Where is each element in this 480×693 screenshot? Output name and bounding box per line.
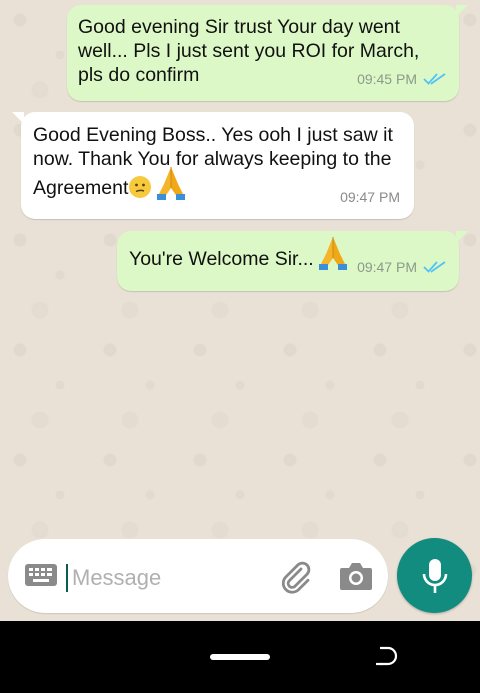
voice-record-button[interactable] bbox=[397, 538, 472, 613]
message-time: 09:47 PM bbox=[357, 259, 417, 275]
message-input-container[interactable] bbox=[8, 539, 388, 613]
back-icon[interactable] bbox=[372, 645, 400, 671]
microphone-icon bbox=[422, 559, 448, 593]
bubble-tail bbox=[456, 5, 468, 17]
system-navigation-bar bbox=[0, 621, 480, 693]
message-text-word: Agreement bbox=[33, 177, 129, 200]
message-bubble-incoming[interactable]: Good Evening Boss.. Yes ooh I just saw i… bbox=[12, 112, 414, 219]
double-check-icon bbox=[423, 73, 446, 85]
message-text-line: well... Pls I just sent you ROI for Marc… bbox=[78, 40, 420, 62]
folded-hands-icon bbox=[157, 167, 186, 200]
bubble-tail bbox=[12, 112, 24, 124]
message-bubble-outgoing[interactable]: You're Welcome Sir... 09:47 PM bbox=[117, 231, 468, 291]
message-text-line: now. Thank You for always keeping to the bbox=[33, 148, 392, 170]
text-cursor bbox=[66, 564, 68, 592]
chat-background: Good evening Sir trust Your day went wel… bbox=[0, 0, 480, 621]
message-text-line: Good Evening Boss.. Yes ooh I just saw i… bbox=[33, 124, 393, 146]
message-meta: 09:47 PM bbox=[340, 185, 400, 209]
slightly-frowning-face-icon bbox=[129, 176, 152, 198]
message-meta: 09:45 PM bbox=[357, 67, 447, 91]
message-time: 09:47 PM bbox=[340, 189, 400, 205]
keyboard-icon[interactable] bbox=[24, 563, 58, 589]
bubble-tail bbox=[456, 231, 468, 243]
message-bubble-outgoing[interactable]: Good evening Sir trust Your day went wel… bbox=[67, 5, 468, 101]
message-input[interactable] bbox=[70, 557, 264, 599]
message-text-line: Good evening Sir trust Your day went bbox=[78, 16, 400, 38]
message-meta: 09:47 PM bbox=[357, 255, 447, 279]
paperclip-icon[interactable] bbox=[279, 560, 313, 594]
double-check-icon bbox=[423, 261, 446, 273]
message-text-line: You're Welcome Sir... bbox=[129, 248, 314, 270]
composer-bar bbox=[0, 533, 480, 621]
home-gesture-pill[interactable] bbox=[210, 654, 270, 660]
camera-icon[interactable] bbox=[338, 560, 374, 592]
message-time: 09:45 PM bbox=[357, 71, 417, 87]
folded-hands-icon bbox=[318, 236, 347, 270]
